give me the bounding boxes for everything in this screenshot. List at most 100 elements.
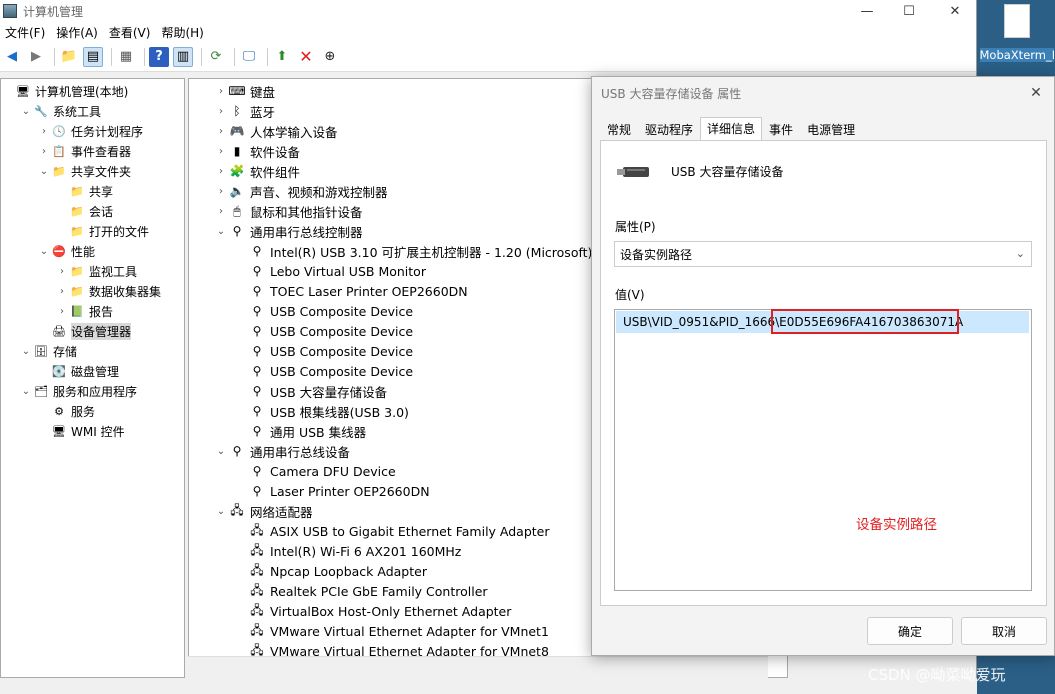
- shared-folder-icon: 📁: [70, 204, 84, 218]
- mouse-icon: 🖱: [233, 203, 241, 218]
- disk-icon: 💽: [52, 364, 66, 378]
- chevron-right-icon[interactable]: ›: [55, 306, 69, 317]
- monitor-icon[interactable]: 🖵: [239, 47, 259, 67]
- chevron-right-icon[interactable]: ›: [55, 266, 69, 277]
- device-item-label: USB Composite Device: [270, 323, 414, 339]
- tree-item[interactable]: › 📁 监视工具: [1, 261, 184, 281]
- toolbar-divider: [267, 47, 268, 66]
- show-hide-tree-icon[interactable]: ▤: [83, 46, 103, 67]
- tree-item-label: 事件查看器: [71, 144, 132, 159]
- tree-item[interactable]: 🖥 WMI 控件: [1, 421, 184, 441]
- tree-item-label: 报告: [89, 304, 114, 319]
- system-tools-icon: 🔧: [34, 104, 48, 118]
- chevron-right-icon[interactable]: ›: [213, 106, 229, 117]
- chevron-right-icon[interactable]: ›: [55, 286, 69, 297]
- up-folder-icon[interactable]: 📁: [59, 47, 79, 67]
- dialog-close-icon[interactable]: ✕: [1026, 83, 1046, 103]
- help-icon[interactable]: ?: [149, 46, 169, 67]
- device-item-label: TOEC Laser Printer OEP2660DN: [270, 283, 468, 299]
- update-driver-icon[interactable]: ⬆: [272, 47, 292, 67]
- horizontal-scrollbar[interactable]: [188, 656, 768, 678]
- chevron-right-icon[interactable]: ›: [213, 126, 229, 137]
- device-item-label: 通用串行总线控制器: [250, 224, 363, 240]
- toolbar-divider: [234, 47, 235, 66]
- chevron-down-icon[interactable]: ⌄: [213, 226, 229, 237]
- menu-file[interactable]: 文件(F): [2, 24, 53, 41]
- tree-item[interactable]: ⌄ 🗄 存储: [1, 341, 184, 361]
- disable-device-icon[interactable]: ⊕: [320, 47, 340, 67]
- chevron-right-icon[interactable]: ›: [37, 126, 51, 137]
- minimize-button[interactable]: —: [845, 0, 889, 22]
- tree-item[interactable]: 📁 打开的文件: [1, 221, 184, 241]
- toolbar-divider: [144, 47, 145, 66]
- chevron-down-icon[interactable]: ⌄: [213, 506, 229, 517]
- close-button[interactable]: ✕: [933, 0, 977, 22]
- tree-item[interactable]: 📁 会话: [1, 201, 184, 221]
- tab-events[interactable]: 事件: [762, 118, 800, 140]
- device-item-label: USB 根集线器(USB 3.0): [270, 404, 409, 420]
- tab-general[interactable]: 常规: [600, 118, 638, 140]
- tree-item[interactable]: › 📁 数据收集器集: [1, 281, 184, 301]
- chevron-down-icon[interactable]: ⌄: [37, 166, 51, 177]
- tree-item-label: WMI 控件: [71, 424, 125, 439]
- chevron-down-icon[interactable]: ⌄: [19, 346, 33, 357]
- show-action-pane-icon[interactable]: ▥: [173, 46, 193, 67]
- tree-item[interactable]: 🖨 设备管理器: [1, 321, 184, 341]
- menu-help[interactable]: 帮助(H): [158, 24, 211, 41]
- tab-details[interactable]: 详细信息: [700, 117, 763, 141]
- chevron-down-icon[interactable]: ⌄: [37, 246, 51, 257]
- device-item-label: 软件组件: [250, 164, 301, 180]
- ok-button[interactable]: 确定: [867, 617, 953, 645]
- tree-item[interactable]: ⌄ 🗂 服务和应用程序: [1, 381, 184, 401]
- chevron-right-icon[interactable]: ›: [213, 206, 229, 217]
- tree-item-label: 性能: [71, 244, 96, 259]
- value-row[interactable]: USB\VID_0951&PID_1666\ E0D55E696FA4167038…: [616, 309, 1029, 334]
- tree-item[interactable]: ⌄ 🔧 系统工具: [1, 101, 184, 121]
- value-label: 值(V): [615, 288, 645, 302]
- menu-action[interactable]: 操作(A): [53, 24, 106, 41]
- chevron-down-icon[interactable]: ⌄: [19, 386, 33, 397]
- cancel-button[interactable]: 取消: [961, 617, 1047, 645]
- device-name: USB 大容量存储设备: [671, 165, 784, 179]
- properties-icon[interactable]: ▦: [116, 47, 136, 67]
- menu-view[interactable]: 查看(V): [106, 24, 159, 41]
- storage-icon: 🗄: [34, 344, 48, 358]
- chevron-right-icon[interactable]: ›: [37, 146, 51, 157]
- maximize-button[interactable]: ☐: [887, 0, 931, 22]
- tree-item-label: 监视工具: [89, 264, 138, 279]
- tree-item[interactable]: ⚙ 服务: [1, 401, 184, 421]
- network-adapter-icon: 🖧: [250, 602, 264, 617]
- tree-item[interactable]: ⌄ 📁 共享文件夹: [1, 161, 184, 181]
- back-icon[interactable]: ◀: [2, 47, 22, 67]
- usb-icon: ⚲: [232, 444, 242, 458]
- chevron-right-icon[interactable]: ›: [213, 166, 229, 177]
- desktop-shortcut[interactable]: MobaXterm_Personal_2...: [978, 0, 1055, 78]
- tab-driver[interactable]: 驱动程序: [638, 118, 700, 140]
- usb-icon: ⚲: [252, 344, 262, 358]
- uninstall-icon[interactable]: ✕: [296, 47, 316, 67]
- chevron-right-icon[interactable]: ›: [213, 186, 229, 197]
- chevron-right-icon[interactable]: ›: [213, 146, 229, 157]
- device-item-label: USB 大容量存储设备: [270, 384, 388, 400]
- tree-item[interactable]: ⌄ ⛔ 性能: [1, 241, 184, 261]
- chevron-down-icon[interactable]: ⌄: [19, 106, 33, 117]
- performance-icon: ⛔: [52, 244, 66, 258]
- forward-icon[interactable]: ▶: [26, 47, 46, 67]
- tree-item-label: 服务: [71, 404, 96, 419]
- serial-highlight-box: [771, 309, 959, 334]
- property-select[interactable]: 设备实例路径 ⌄: [614, 241, 1032, 267]
- chevron-down-icon[interactable]: ⌄: [213, 446, 229, 457]
- device-item-label: 声音、视频和游戏控制器: [250, 184, 388, 200]
- scan-hardware-icon[interactable]: ⟳: [206, 47, 226, 67]
- value-list[interactable]: USB\VID_0951&PID_1666\ E0D55E696FA4167038…: [614, 309, 1032, 591]
- tree-item[interactable]: 💽 磁盘管理: [1, 361, 184, 381]
- tree-item[interactable]: › 📋 事件查看器: [1, 141, 184, 161]
- tree-item[interactable]: › 🕓 任务计划程序: [1, 121, 184, 141]
- device-item-label: 人体学输入设备: [250, 124, 338, 140]
- tree-item[interactable]: 📁 共享: [1, 181, 184, 201]
- tree-item[interactable]: 🖥 计算机管理(本地): [1, 81, 184, 101]
- tree-item[interactable]: › 📗 报告: [1, 301, 184, 321]
- toolbar-divider: [201, 47, 202, 66]
- tab-power-management[interactable]: 电源管理: [800, 118, 862, 140]
- chevron-right-icon[interactable]: ›: [213, 86, 229, 97]
